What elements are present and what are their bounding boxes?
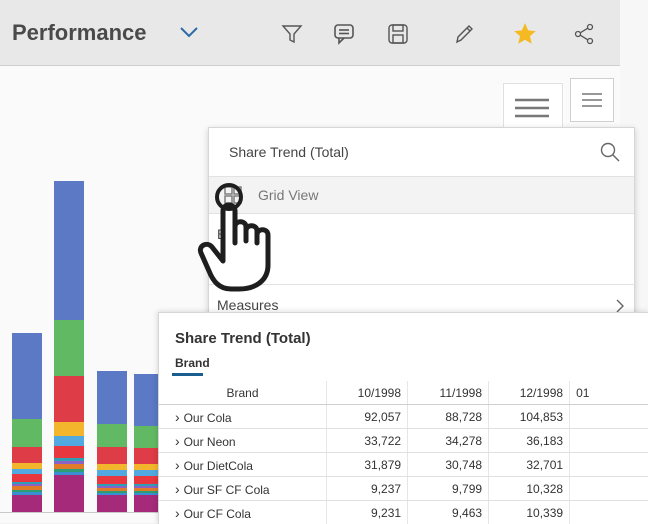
value-cell: 9,463 bbox=[408, 501, 489, 524]
active-tab-indicator bbox=[172, 373, 203, 376]
value-cell: 31,879 bbox=[327, 453, 408, 477]
tab-brand[interactable]: Brand bbox=[175, 356, 210, 370]
value-cell: 9,237 bbox=[327, 477, 408, 501]
value-cell: 32,701 bbox=[489, 453, 570, 477]
value-cell bbox=[570, 501, 648, 524]
search-icon[interactable] bbox=[599, 141, 621, 168]
brand-label: Our DietCola bbox=[184, 459, 253, 473]
bar-segment[interactable] bbox=[97, 476, 127, 484]
bar-segment[interactable] bbox=[54, 320, 84, 376]
brand-label: Our Cola bbox=[184, 411, 232, 425]
value-cell bbox=[570, 477, 648, 501]
bar-segment[interactable] bbox=[97, 424, 127, 447]
bar-segment[interactable] bbox=[12, 333, 42, 419]
edit-icon[interactable] bbox=[450, 20, 478, 48]
column-header[interactable]: Brand bbox=[159, 381, 327, 405]
panel-menu-button[interactable] bbox=[570, 78, 614, 122]
value-cell bbox=[570, 429, 648, 453]
stacked-bar-chart bbox=[12, 100, 162, 513]
grid-header-row: Brand 10/1998 11/1998 12/1998 01 bbox=[159, 381, 648, 405]
bar-segment[interactable] bbox=[97, 447, 127, 464]
bar-segment[interactable] bbox=[54, 376, 84, 422]
value-cell: 34,278 bbox=[408, 429, 489, 453]
brand-cell: › Our Neon bbox=[159, 429, 327, 453]
value-cell: 36,183 bbox=[489, 429, 570, 453]
value-cell: 92,057 bbox=[327, 405, 408, 429]
column-header[interactable]: 10/1998 bbox=[327, 381, 408, 405]
value-cell: 10,328 bbox=[489, 477, 570, 501]
brand-label: Our SF CF Cola bbox=[184, 483, 270, 497]
value-cell bbox=[570, 453, 648, 477]
grid-title: Share Trend (Total) bbox=[175, 330, 311, 347]
star-icon[interactable] bbox=[511, 20, 539, 48]
bar-segment[interactable] bbox=[12, 447, 42, 463]
bar-segment[interactable] bbox=[97, 495, 127, 513]
bar-segment[interactable] bbox=[12, 474, 42, 482]
menu-header: Share Trend (Total) bbox=[209, 128, 634, 177]
pointer-hand-icon bbox=[195, 183, 315, 293]
value-cell: 88,728 bbox=[408, 405, 489, 429]
bar-segment[interactable] bbox=[54, 446, 84, 458]
table-row[interactable]: › Our SF CF Cola9,2379,79910,328 bbox=[159, 477, 648, 501]
expand-chevron-icon[interactable]: › bbox=[175, 481, 184, 497]
page-title: Performance bbox=[12, 20, 147, 46]
bar-segment[interactable] bbox=[97, 371, 127, 424]
expand-chevron-icon[interactable]: › bbox=[175, 505, 184, 521]
menu-title: Share Trend (Total) bbox=[229, 144, 349, 160]
hamburger-icon bbox=[571, 79, 613, 121]
toolbar: Performance bbox=[0, 0, 620, 66]
bar-segment[interactable] bbox=[54, 422, 84, 436]
expand-chevron-icon[interactable]: › bbox=[175, 433, 184, 449]
brand-cell: › Our SF CF Cola bbox=[159, 477, 327, 501]
save-icon[interactable] bbox=[384, 20, 412, 48]
bar-segment[interactable] bbox=[12, 495, 42, 513]
value-cell: 104,853 bbox=[489, 405, 570, 429]
comment-icon[interactable] bbox=[330, 20, 358, 48]
stacked-bar[interactable] bbox=[54, 181, 84, 513]
table-row[interactable]: › Our DietCola31,87930,74832,701 bbox=[159, 453, 648, 477]
bar-segment[interactable] bbox=[54, 436, 84, 446]
bar-segment[interactable] bbox=[54, 181, 84, 320]
share-icon[interactable] bbox=[570, 20, 598, 48]
bar-segment[interactable] bbox=[12, 419, 42, 447]
value-cell: 33,722 bbox=[327, 429, 408, 453]
stacked-bar[interactable] bbox=[97, 371, 127, 513]
brand-cell: › Our Cola bbox=[159, 405, 327, 429]
column-header[interactable]: 01 bbox=[570, 381, 648, 405]
menu-item-label: Measures bbox=[217, 297, 278, 313]
visual-menu-button[interactable] bbox=[503, 83, 563, 133]
expand-chevron-icon[interactable]: › bbox=[175, 457, 184, 473]
bar-segment[interactable] bbox=[54, 475, 84, 513]
brand-label: Our Neon bbox=[184, 435, 236, 449]
x-axis-line bbox=[0, 512, 160, 513]
brand-label: Our CF Cola bbox=[184, 507, 251, 521]
column-header[interactable]: 11/1998 bbox=[408, 381, 489, 405]
data-grid: Brand 10/1998 11/1998 12/1998 01 › Our C… bbox=[159, 381, 648, 524]
value-cell: 30,748 bbox=[408, 453, 489, 477]
grid-view-panel: Share Trend (Total) Brand Brand 10/1998 … bbox=[158, 312, 648, 524]
column-header[interactable]: 12/1998 bbox=[489, 381, 570, 405]
chevron-down-icon[interactable] bbox=[178, 22, 200, 47]
stacked-bar[interactable] bbox=[12, 333, 42, 513]
value-cell: 9,799 bbox=[408, 477, 489, 501]
filter-icon[interactable] bbox=[278, 20, 306, 48]
expand-chevron-icon[interactable]: › bbox=[175, 409, 184, 425]
brand-cell: › Our CF Cola bbox=[159, 501, 327, 524]
table-row[interactable]: › Our CF Cola9,2319,46310,339 bbox=[159, 501, 648, 524]
value-cell: 9,231 bbox=[327, 501, 408, 524]
table-row[interactable]: › Our Neon33,72234,27836,183 bbox=[159, 429, 648, 453]
value-cell: 10,339 bbox=[489, 501, 570, 524]
value-cell bbox=[570, 405, 648, 429]
brand-cell: › Our DietCola bbox=[159, 453, 327, 477]
hamburger-icon bbox=[504, 84, 562, 132]
table-row[interactable]: › Our Cola92,05788,728104,853 bbox=[159, 405, 648, 429]
